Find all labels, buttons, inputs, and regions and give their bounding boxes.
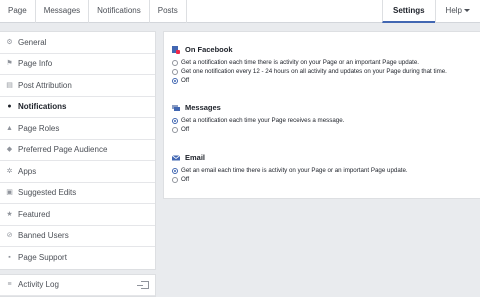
help-menu-button[interactable]: Help bbox=[434, 0, 480, 23]
tab-messages[interactable]: Messages bbox=[36, 0, 90, 23]
section-header: Email bbox=[171, 152, 408, 163]
banned-icon: ⊘ bbox=[6, 232, 13, 240]
flag-icon: ⚑ bbox=[6, 60, 13, 68]
sidebar-item-label: Page Support bbox=[18, 253, 67, 263]
sidebar-item-apps[interactable]: ✲ Apps bbox=[0, 161, 155, 183]
top-nav-left: Page Messages Notifications Posts bbox=[0, 0, 187, 23]
radio-button[interactable] bbox=[172, 59, 178, 66]
radio-option[interactable]: Off bbox=[172, 76, 447, 85]
sidebar-item-banned-users[interactable]: ⊘ Banned Users bbox=[0, 226, 155, 247]
radio-label: Off bbox=[181, 77, 190, 84]
top-nav-right: Settings Help bbox=[381, 0, 480, 23]
sidebar-item-general[interactable]: ⚙ General bbox=[0, 32, 155, 54]
chevron-down-icon bbox=[464, 9, 470, 13]
radio-label: Get one notification every 12 - 24 hours… bbox=[181, 68, 447, 75]
radio-label: Off bbox=[181, 126, 190, 133]
radio-button[interactable] bbox=[172, 176, 178, 183]
radio-option[interactable]: Get a notification each time there is ac… bbox=[172, 58, 447, 67]
radio-label: Get an email each time there is activity… bbox=[181, 167, 408, 174]
top-nav-bar: Page Messages Notifications Posts Settin… bbox=[0, 0, 480, 23]
help-label: Help bbox=[445, 6, 462, 15]
envelope-icon bbox=[171, 154, 181, 162]
radio-label: Off bbox=[181, 176, 190, 183]
sidebar-item-label: Page Roles bbox=[18, 123, 60, 133]
radio-option[interactable]: Get a notification each time your Page r… bbox=[172, 116, 344, 125]
radio-option[interactable]: Off bbox=[172, 175, 408, 184]
sidebar-item-activity-log[interactable]: ≡ Activity Log bbox=[0, 275, 155, 296]
sidebar-item-notifications[interactable]: ● Notifications bbox=[0, 97, 155, 118]
post-icon: ▤ bbox=[6, 81, 13, 89]
sidebar-item-label: Preferred Page Audience bbox=[18, 145, 108, 155]
settings-sidebar: ⚙ General ⚑ Page Info ▤ Post Attribution ● N… bbox=[0, 31, 156, 297]
radio-button[interactable] bbox=[172, 126, 178, 133]
radio-option[interactable]: Get one notification every 12 - 24 hours… bbox=[172, 67, 447, 76]
radio-button[interactable] bbox=[172, 68, 178, 75]
tab-settings[interactable]: Settings bbox=[381, 0, 435, 23]
radio-button-selected[interactable] bbox=[172, 77, 178, 84]
facebook-flag-icon bbox=[172, 45, 180, 54]
sidebar-item-page-support[interactable]: ▪ Page Support bbox=[0, 247, 155, 269]
section-header: Messages bbox=[172, 102, 344, 113]
sidebar-item-page-roles[interactable]: ▲ Page Roles bbox=[0, 118, 155, 140]
sidebar-item-label: Activity Log bbox=[18, 280, 59, 290]
sidebar-item-label: Post Attribution bbox=[18, 80, 72, 90]
sidebar-item-label: Featured bbox=[18, 209, 51, 219]
sidebar-main-group: ⚙ General ⚑ Page Info ▤ Post Attribution ● N… bbox=[0, 31, 156, 270]
sidebar-item-label: Page Info bbox=[18, 59, 53, 69]
sidebar-item-label: Banned Users bbox=[18, 231, 69, 241]
email-section: Email Get an email each time there is ac… bbox=[171, 152, 408, 184]
sidebar-item-label: Suggested Edits bbox=[18, 188, 77, 198]
sidebar-item-label: Notifications bbox=[18, 102, 67, 112]
radio-label: Get a notification each time your Page r… bbox=[181, 117, 345, 124]
sidebar-activity-group: ≡ Activity Log bbox=[0, 273, 156, 297]
sidebar-item-suggested-edits[interactable]: ▣ Suggested Edits bbox=[0, 183, 155, 204]
sidebar-item-page-info[interactable]: ⚑ Page Info bbox=[0, 54, 155, 75]
section-title: Messages bbox=[185, 103, 221, 112]
radio-label: Get a notification each time there is ac… bbox=[181, 59, 420, 66]
star-icon: ★ bbox=[6, 210, 13, 218]
apps-icon: ✲ bbox=[6, 167, 13, 175]
exit-icon[interactable] bbox=[137, 280, 149, 289]
radio-option[interactable]: Off bbox=[172, 125, 344, 134]
messages-icon bbox=[172, 104, 180, 112]
gear-icon: ⚙ bbox=[6, 38, 13, 46]
sidebar-item-post-attribution[interactable]: ▤ Post Attribution bbox=[0, 75, 155, 97]
globe-icon: ● bbox=[7, 103, 12, 111]
support-icon: ▪ bbox=[8, 254, 11, 262]
edit-icon: ▣ bbox=[6, 189, 13, 197]
audience-icon: ◆ bbox=[6, 146, 13, 154]
on-facebook-section: On Facebook Get a notification each time… bbox=[172, 44, 447, 85]
sidebar-item-featured[interactable]: ★ Featured bbox=[0, 204, 155, 226]
tab-notifications[interactable]: Notifications bbox=[89, 0, 150, 23]
radio-option[interactable]: Get an email each time there is activity… bbox=[172, 166, 408, 175]
person-icon: ▲ bbox=[6, 124, 13, 132]
sidebar-item-label: Apps bbox=[18, 166, 37, 176]
sidebar-item-preferred-audience[interactable]: ◆ Preferred Page Audience bbox=[0, 140, 155, 161]
radio-button-selected[interactable] bbox=[172, 167, 178, 174]
messages-section: Messages Get a notification each time yo… bbox=[172, 102, 344, 134]
section-header: On Facebook bbox=[172, 44, 447, 55]
tab-page[interactable]: Page bbox=[0, 0, 36, 23]
sidebar-item-label: General bbox=[18, 37, 47, 47]
notification-settings-panel: On Facebook Get a notification each time… bbox=[163, 31, 480, 199]
list-icon: ≡ bbox=[7, 281, 12, 289]
section-title: On Facebook bbox=[185, 45, 233, 54]
section-title: Email bbox=[185, 153, 206, 162]
tab-posts[interactable]: Posts bbox=[150, 0, 187, 23]
radio-button-selected[interactable] bbox=[172, 117, 178, 124]
